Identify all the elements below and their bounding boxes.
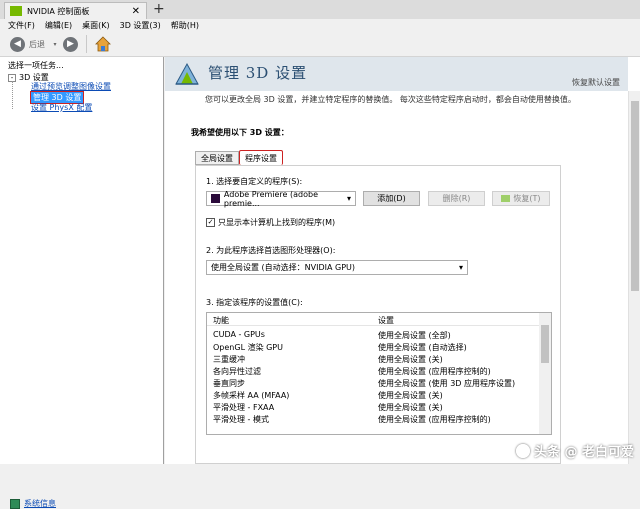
table-row[interactable]: 三重缓冲 使用全局设置 (关)	[207, 353, 540, 365]
checkbox-checked[interactable]: ✓	[206, 218, 215, 227]
program-select[interactable]: Adobe Premiere (adobe premie... ▾	[206, 191, 356, 206]
feature-cell: 多帧采样 AA (MFAA)	[213, 390, 289, 401]
tab-close-icon[interactable]: ✕	[132, 6, 140, 17]
system-info-label: 系统信息	[24, 498, 56, 509]
3d-settings-icon	[173, 60, 201, 88]
setting-cell: 使用全局设置 (自动选择)	[378, 342, 467, 353]
setting-cell: 使用全局设置 (关)	[378, 354, 443, 365]
new-tab-button[interactable]: +	[153, 2, 165, 16]
dropdown-arrow-icon[interactable]: ▾	[51, 40, 59, 48]
nvidia-logo-icon	[10, 6, 22, 16]
setting-cell: 使用全局设置 (应用程序控制的)	[378, 366, 491, 377]
column-header-feature: 功能	[213, 315, 229, 326]
back-arrow-icon[interactable]: ◀	[10, 37, 25, 52]
main-content: 管理 3D 设置 恢复默认设置 您可以更改全局 3D 设置，并建立特定程序的替换…	[165, 57, 640, 464]
step1-label: 1. 选择要自定义的程序(S):	[206, 176, 302, 187]
browser-tab[interactable]: NVIDIA 控制面板 ✕	[4, 2, 147, 19]
step3-label: 3. 指定该程序的设置值(C):	[206, 297, 303, 308]
table-row[interactable]: 平滑处理 - 模式 使用全局设置 (应用程序控制的)	[207, 413, 540, 425]
gpu-select[interactable]: 使用全局设置 (自动选择：NVIDIA GPU) ▾	[206, 260, 468, 275]
watermark-text: 头条 @ 老白可爱	[534, 441, 634, 460]
feature-cell: OpenGL 渲染 GPU	[213, 342, 283, 353]
setting-cell: 使用全局设置 (关)	[378, 402, 443, 413]
tree-connector	[12, 81, 13, 109]
settings-table: 功能 设置 CUDA - GPUs 使用全局设置 (全部) OpenGL 渲染 G…	[206, 312, 552, 435]
home-icon[interactable]	[95, 36, 111, 52]
table-row[interactable]: 垂直同步 使用全局设置 (使用 3D 应用程序设置)	[207, 377, 540, 389]
feature-cell: 平滑处理 - FXAA	[213, 402, 274, 413]
premiere-icon	[211, 194, 220, 203]
task-sidebar: 选择一项任务... - 3D 设置 通过预览调整图像设置 管理 3D 设置 设置…	[0, 57, 164, 464]
table-scrollbar[interactable]	[539, 313, 551, 434]
table-row[interactable]: 各向异性过滤 使用全局设置 (应用程序控制的)	[207, 365, 540, 377]
watermark: 头条 @ 老白可爱	[516, 441, 634, 460]
show-only-installed-checkbox[interactable]: ✓ 只显示本计算机上找到的程序(M)	[206, 217, 335, 228]
restore-defaults-link[interactable]: 恢复默认设置	[572, 77, 620, 88]
add-button[interactable]: 添加(D)	[363, 191, 420, 206]
table-header: 功能 设置	[207, 314, 540, 326]
feature-cell: 三重缓冲	[213, 354, 245, 365]
feature-cell: 平滑处理 - 模式	[213, 414, 269, 425]
settings-tabs: 全局设置 程序设置	[195, 151, 283, 165]
step2-label: 2. 为此程序选择首选图形处理器(O):	[206, 245, 335, 256]
sidebar-header: 选择一项任务...	[8, 60, 64, 71]
sidebar-item-physx-config[interactable]: 设置 PhysX 配置	[31, 102, 92, 113]
section-header: 我希望使用以下 3D 设置：	[191, 127, 289, 138]
main-scrollbar-thumb[interactable]	[631, 101, 639, 291]
program-settings-panel: 1. 选择要自定义的程序(S): Adobe Premiere (adobe p…	[195, 165, 561, 464]
setting-cell: 使用全局设置 (使用 3D 应用程序设置)	[378, 378, 515, 389]
feature-cell: 垂直同步	[213, 378, 245, 389]
watermark-logo-icon	[516, 444, 530, 458]
system-info-icon	[10, 499, 20, 509]
toolbar: ◀ 后退 ▾ ▶	[0, 32, 640, 57]
table-row[interactable]: CUDA - GPUs 使用全局设置 (全部)	[207, 329, 540, 341]
toolbar-separator	[86, 35, 87, 53]
table-scrollbar-thumb[interactable]	[541, 325, 549, 363]
feature-cell: 各向异性过滤	[213, 366, 261, 377]
nvidia-small-icon	[501, 195, 510, 202]
system-info-link[interactable]: 系统信息	[10, 498, 56, 509]
setting-cell: 使用全局设置 (关)	[378, 390, 443, 401]
show-only-installed-label: 只显示本计算机上找到的程序(M)	[218, 217, 335, 228]
menu-edit[interactable]: 编辑(E)	[45, 20, 72, 31]
tab-title: NVIDIA 控制面板	[27, 6, 89, 17]
feature-cell: CUDA - GPUs	[213, 330, 265, 339]
back-label[interactable]: 后退	[29, 39, 45, 50]
page-title: 管理 3D 设置	[208, 62, 307, 83]
menu-desktop[interactable]: 桌面(K)	[82, 20, 110, 31]
table-row[interactable]: 平滑处理 - FXAA 使用全局设置 (关)	[207, 401, 540, 413]
forward-arrow-icon[interactable]: ▶	[63, 37, 78, 52]
table-row[interactable]: 多帧采样 AA (MFAA) 使用全局设置 (关)	[207, 389, 540, 401]
page-banner: 管理 3D 设置 恢复默认设置	[165, 57, 628, 91]
page-description: 您可以更改全局 3D 设置，并建立特定程序的替换值。 每次这些特定程序启动时，都…	[205, 94, 576, 105]
program-select-value: Adobe Premiere (adobe premie...	[224, 190, 355, 208]
sidebar-item-adjust-image-preview[interactable]: 通过预览调整图像设置	[31, 81, 111, 92]
table-row[interactable]: OpenGL 渲染 GPU 使用全局设置 (自动选择)	[207, 341, 540, 353]
setting-cell: 使用全局设置 (全部)	[378, 330, 451, 341]
column-header-setting: 设置	[378, 315, 394, 326]
setting-cell: 使用全局设置 (应用程序控制的)	[378, 414, 491, 425]
chevron-down-icon: ▾	[347, 194, 351, 203]
remove-button[interactable]: 删除(R)	[428, 191, 485, 206]
title-bar: NVIDIA 控制面板 ✕ +	[0, 0, 640, 19]
restore-button-label: 恢复(T)	[513, 193, 540, 204]
chevron-down-icon: ▾	[459, 263, 463, 272]
gpu-select-value: 使用全局设置 (自动选择：NVIDIA GPU)	[211, 262, 355, 273]
tab-program-settings[interactable]: 程序设置	[239, 150, 283, 165]
menu-3d-settings[interactable]: 3D 设置(3)	[120, 20, 161, 31]
tab-global-settings[interactable]: 全局设置	[195, 151, 239, 165]
menu-file[interactable]: 文件(F)	[8, 20, 35, 31]
menu-bar: 文件(F) 编辑(E) 桌面(K) 3D 设置(3) 帮助(H)	[0, 19, 640, 32]
menu-help[interactable]: 帮助(H)	[171, 20, 199, 31]
main-scrollbar[interactable]	[628, 91, 640, 464]
restore-button[interactable]: 恢复(T)	[492, 191, 550, 206]
